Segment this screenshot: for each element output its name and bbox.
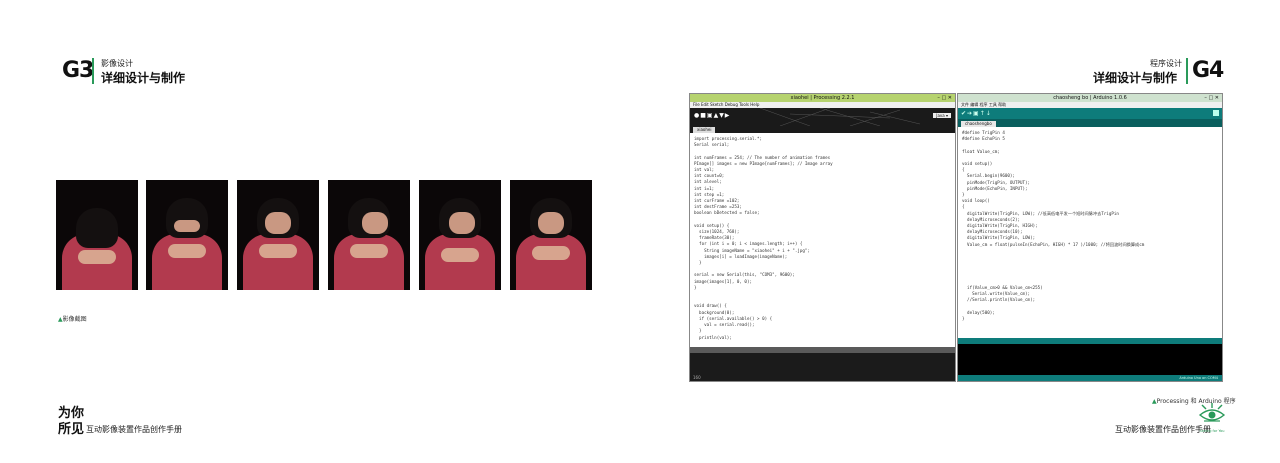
logo-text: Seeing for You bbox=[1199, 429, 1225, 433]
video-frame-4 bbox=[328, 180, 410, 290]
run-stop-buttons[interactable]: ●■▣▲▼▶ bbox=[694, 112, 730, 119]
arduino-code-line: } bbox=[962, 316, 965, 322]
video-frame-5 bbox=[419, 180, 501, 290]
footer-subtitle-right: 互动影像装置作品创作手册 bbox=[1115, 425, 1211, 434]
processing-titlebar: xiaohei | Processing 2.2.1 – □ ✕ bbox=[690, 94, 955, 102]
section-divider bbox=[92, 58, 94, 84]
footer-subtitle-left: 互动影像装置作品创作手册 bbox=[86, 425, 182, 434]
processing-tabbar: xiaohei bbox=[690, 126, 955, 133]
section-code-g3: G3 bbox=[62, 58, 94, 83]
mode-selector[interactable]: Java ▾ bbox=[933, 113, 951, 118]
arduino-tabbar: chaoshengbo bbox=[958, 119, 1222, 127]
eye-logo-icon bbox=[1198, 403, 1226, 422]
video-frame-3 bbox=[237, 180, 319, 290]
video-frame-2 bbox=[146, 180, 228, 290]
window-controls-arduino[interactable]: – □ ✕ bbox=[1204, 94, 1219, 102]
photo-caption: ▲影像截图 bbox=[58, 316, 87, 323]
processing-code-editor[interactable]: import processing.serial.*; Serial serial… bbox=[690, 133, 955, 351]
footer-logo-line2: 所见 bbox=[58, 422, 85, 437]
brand-logo: Seeing for You bbox=[1198, 403, 1226, 433]
arduino-titlebar: chaosheng bo | Arduino 1.0.6 – □ ✕ bbox=[958, 94, 1222, 102]
section-title: 详细设计与制作 bbox=[101, 71, 186, 85]
arduino-status: Arduino Uno on COM4 bbox=[1179, 376, 1218, 380]
arduino-window: chaosheng bo | Arduino 1.0.6 – □ ✕ 文件 编辑… bbox=[957, 93, 1223, 382]
video-frame-6 bbox=[510, 180, 592, 290]
window-controls[interactable]: – □ ✕ bbox=[937, 94, 952, 102]
arduino-toolbar: ✔➔▣↑↓ bbox=[958, 108, 1222, 119]
tab-xiaohei[interactable]: xiaohei bbox=[693, 127, 716, 133]
processing-window: xiaohei | Processing 2.2.1 – □ ✕ File Ed… bbox=[689, 93, 956, 382]
section-subtitle-right: 程序设计 bbox=[1150, 59, 1182, 68]
arduino-code-editor[interactable]: #define TrigPin 4 #define EchoPin 5 float… bbox=[958, 127, 1222, 336]
tab-chaoshengbo[interactable]: chaoshengbo bbox=[961, 121, 996, 127]
processing-status: 160 bbox=[693, 375, 701, 380]
verify-upload-buttons[interactable]: ✔➔▣↑↓ bbox=[961, 110, 992, 117]
processing-toolbar: ●■▣▲▼▶ Java ▾ bbox=[690, 108, 955, 126]
arduino-console: Arduino Uno on COM4 bbox=[958, 338, 1222, 381]
processing-console: 160 bbox=[690, 347, 955, 381]
section-code-g4: G4 bbox=[1192, 58, 1224, 83]
section-subtitle: 影像设计 bbox=[101, 59, 133, 68]
section-title-right: 详细设计与制作 bbox=[1093, 71, 1178, 85]
video-frame-1 bbox=[56, 180, 138, 290]
processing-title: xiaohei | Processing 2.2.1 bbox=[790, 95, 855, 101]
serial-monitor-icon[interactable] bbox=[1213, 110, 1219, 116]
arduino-title: chaosheng bo | Arduino 1.0.6 bbox=[1053, 95, 1127, 101]
section-divider-right bbox=[1186, 58, 1188, 84]
